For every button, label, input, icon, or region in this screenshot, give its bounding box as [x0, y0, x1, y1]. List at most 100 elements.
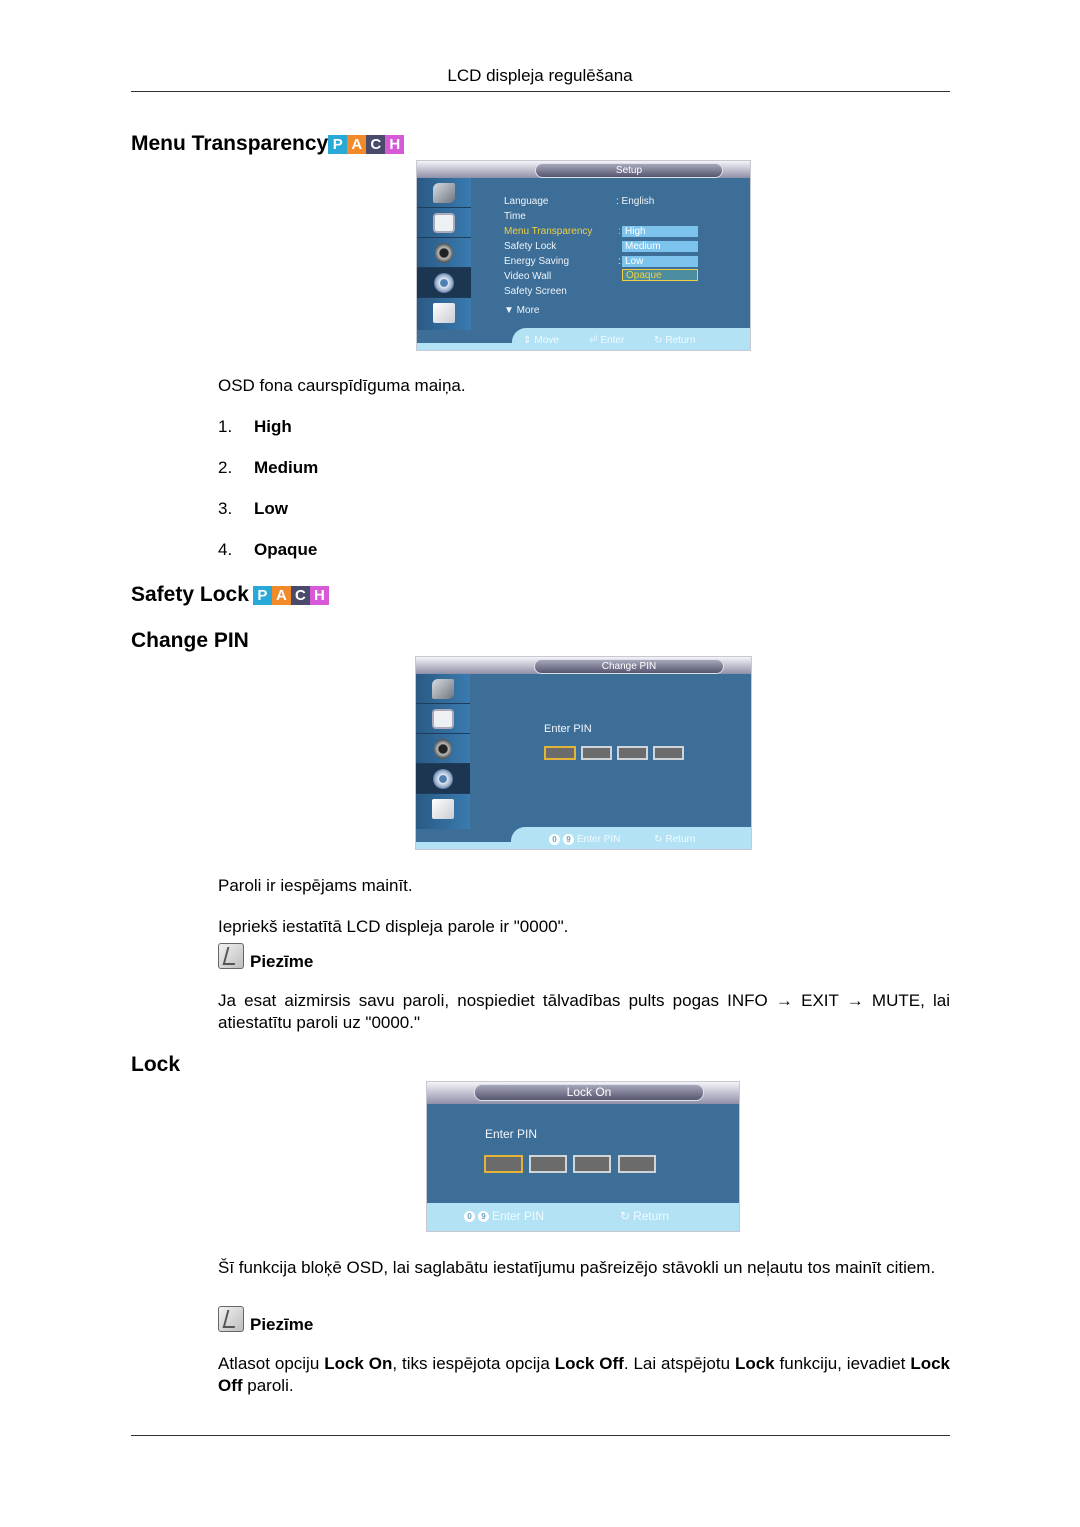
change-pin-paragraph-2: Iepriekš iestatītā LCD displeja parole i… — [218, 917, 569, 936]
osd-side-item — [416, 674, 470, 704]
note-label: Piezīme — [250, 1315, 314, 1334]
osd-dropdown-option-opaque-selected: Opaque — [622, 269, 698, 281]
move-arrows-icon: ⇕ — [523, 335, 532, 346]
list-label: Low — [254, 499, 288, 518]
digit-9-icon: 9 — [563, 834, 574, 845]
osd-sidebar — [416, 674, 470, 829]
multi-control-icon — [432, 799, 454, 819]
lock-note-text: Atlasot opciju Lock On, tiks iespējota o… — [218, 1353, 950, 1397]
model-badge: P A C H — [252, 585, 329, 605]
badge-letter-c: C — [290, 585, 310, 605]
osd-footer-enter-pin: 0 9 Enter PIN — [464, 1209, 544, 1223]
pin-digit-box — [618, 1155, 656, 1173]
return-icon: ↻ — [654, 834, 663, 845]
note-heading: Piezīme — [218, 940, 313, 972]
osd-side-item — [416, 734, 470, 764]
osd-title-bar: Change PIN — [416, 657, 751, 674]
osd-change-pin-screenshot: Change PIN Enter PIN 0 9 Enter PIN ↻ Return — [415, 656, 752, 850]
osd-title: Setup — [535, 163, 723, 178]
digit-9-icon: 9 — [478, 1210, 489, 1222]
footer-return-label: Return — [665, 335, 696, 346]
list-number: 1. — [218, 417, 233, 436]
sound-icon — [434, 738, 452, 759]
footer-return-label: Return — [633, 1209, 670, 1223]
pin-digit-box — [529, 1155, 567, 1173]
osd-menu-item-energy-saving: Energy Saving — [504, 256, 570, 267]
osd-footer-move: ⇕ Move — [523, 335, 559, 346]
picture-icon — [433, 212, 455, 233]
osd-title-bar: Setup — [417, 161, 750, 178]
change-pin-note-text: Ja esat aizmirsis savu paroli, nospiedie… — [218, 991, 950, 1032]
osd-menu-item-menu-transparency: Menu Transparency — [504, 226, 593, 237]
osd-menu-value-menu-transparency: : — [618, 226, 621, 237]
page-header-title: LCD displeja regulēšana — [447, 66, 633, 85]
section-title-text: Menu Transparency — [131, 132, 329, 155]
osd-footer-enter: ⏎ Enter — [589, 335, 624, 346]
osd-dropdown-option-high: High — [622, 226, 698, 238]
section-title-safety-lock: Safety Lock P A C H — [131, 583, 329, 607]
change-pin-paragraph-1: Paroli ir iespējams mainīt. — [218, 876, 413, 895]
footer-enter-pin-label: Enter PIN — [577, 834, 621, 845]
osd-title: Lock On — [474, 1084, 704, 1101]
model-badge: P A C H — [328, 134, 405, 154]
return-icon: ↻ — [620, 1209, 631, 1223]
osd-menu-item-safety-lock: Safety Lock — [504, 241, 557, 252]
note-pencil-icon — [218, 943, 244, 969]
sound-icon — [435, 242, 453, 263]
option-list-item: 4. Opaque — [218, 540, 317, 560]
osd-sidebar — [417, 178, 471, 330]
footer-move-label: Move — [534, 335, 559, 346]
note-heading: Piezīme — [218, 1303, 313, 1335]
note-text-segment: , tiks iespējota opcija — [392, 1354, 555, 1373]
digit-0-icon: 0 — [464, 1210, 475, 1222]
menu-transparency-description: OSD fona caurspīdīguma maiņa. — [218, 376, 466, 395]
osd-side-item — [417, 178, 471, 208]
note-bold-term: Lock Off — [554, 1354, 624, 1373]
note-text-segment: paroli. — [242, 1376, 294, 1395]
osd-dropdown-option-medium: Medium — [622, 241, 698, 253]
pin-digit-box — [581, 746, 612, 760]
enter-icon: ⏎ — [589, 335, 598, 346]
osd-title-bar: Lock On — [427, 1082, 739, 1104]
badge-letter-a: A — [271, 585, 291, 605]
osd-side-item — [416, 794, 470, 824]
note-pencil-icon — [218, 1306, 244, 1332]
osd-menu-value-energy-saving: : — [618, 256, 621, 267]
pin-digit-box — [484, 1155, 523, 1173]
osd-setup-screenshot: Setup Language : English Time Menu Trans… — [416, 160, 751, 351]
badge-letter-h: H — [309, 585, 329, 605]
section-title-text: Safety Lock — [131, 583, 249, 606]
footer-return-label: Return — [665, 834, 696, 845]
lock-paragraph: Šī funkcija bloķē OSD, lai saglabātu ies… — [218, 1258, 936, 1277]
picture-icon — [432, 708, 454, 729]
osd-footer-bar — [511, 827, 751, 849]
osd-menu-item-time: Time — [504, 211, 526, 222]
badge-letter-p: P — [252, 585, 272, 605]
list-label: High — [254, 417, 292, 436]
note-text-segment: Atlasot opciju — [218, 1354, 325, 1373]
note-text-segment: . Lai atspējotu — [623, 1354, 735, 1373]
footer-enter-pin-label: Enter PIN — [492, 1209, 545, 1223]
osd-footer-enter-pin: 0 9 Enter PIN — [549, 834, 620, 845]
list-label: Opaque — [254, 540, 318, 559]
pin-digit-box — [544, 746, 576, 760]
osd-side-item — [417, 208, 471, 238]
section-title-menu-transparency: Menu Transparency P A C H — [131, 132, 405, 156]
option-list-item: 3. Low — [218, 499, 288, 519]
osd-side-item-active — [416, 764, 470, 794]
note-bold-term: Lock — [734, 1354, 775, 1373]
osd-menu-value-language: : English — [616, 196, 655, 207]
list-label: Medium — [254, 458, 319, 477]
list-number: 2. — [218, 458, 233, 477]
list-number: 4. — [218, 540, 233, 559]
note-label: Piezīme — [250, 952, 314, 971]
input-icon — [433, 182, 455, 203]
osd-footer-return: ↻ Return — [620, 1209, 669, 1223]
osd-menu-more: ▼ More — [504, 305, 540, 316]
pin-digit-box — [573, 1155, 611, 1173]
setup-gear-icon — [433, 768, 453, 789]
osd-footer-return: ↻ Return — [654, 335, 695, 346]
list-number: 3. — [218, 499, 233, 518]
osd-footer-return: ↻ Return — [654, 834, 695, 845]
osd-footer-strip — [417, 343, 517, 350]
